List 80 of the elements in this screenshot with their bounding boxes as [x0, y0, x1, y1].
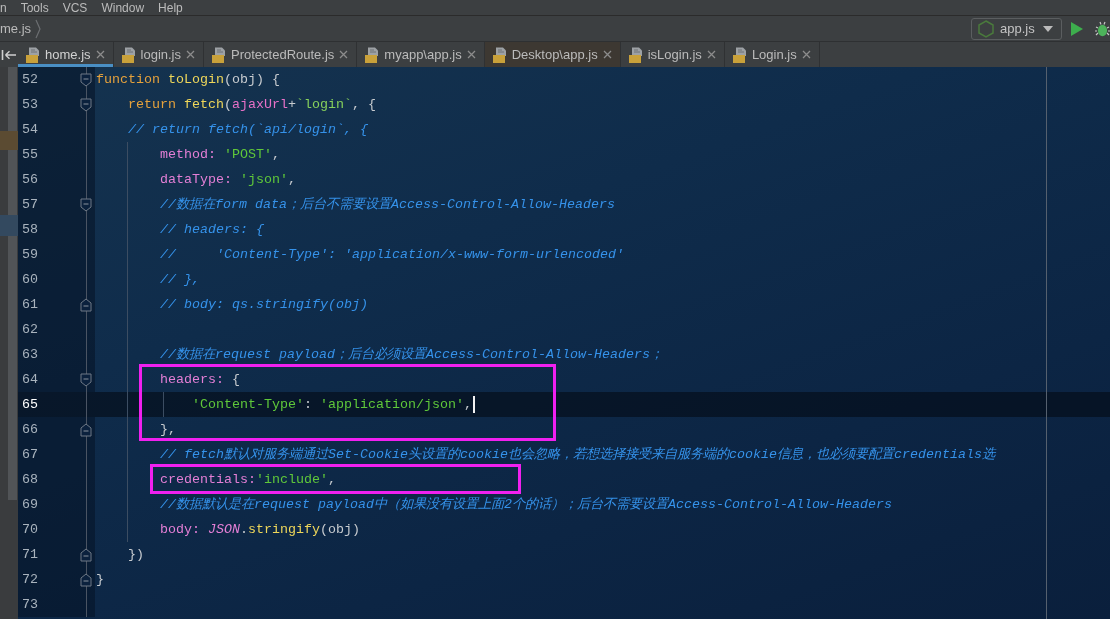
line-number: 62 — [22, 321, 38, 337]
editor-tab[interactable]: Desktop\app.js — [484, 42, 621, 67]
line-number: 70 — [22, 521, 38, 537]
breadcrumb-item[interactable]: me.js — [0, 20, 32, 37]
line-number: 63 — [22, 346, 38, 362]
js-file-icon — [365, 46, 380, 63]
close-icon[interactable] — [95, 50, 105, 59]
close-icon[interactable] — [466, 50, 476, 59]
bug-icon[interactable] — [1095, 20, 1110, 37]
line-number: 59 — [22, 246, 38, 262]
code-line: function toLogin(obj) { — [96, 71, 280, 88]
line-number: 71 — [22, 546, 38, 562]
line-number: 60 — [22, 271, 38, 287]
fold-icon[interactable] — [80, 197, 92, 212]
line-number: 52 — [22, 71, 38, 87]
code-line: // body: qs.stringify(obj) — [160, 296, 368, 313]
line-number: 53 — [22, 96, 38, 112]
editor-tab[interactable]: home.js — [18, 42, 114, 67]
line-number: 54 — [22, 121, 38, 137]
menu-item[interactable]: Window — [101, 0, 145, 15]
line-number: 58 — [22, 221, 38, 237]
menu-item[interactable]: Help — [158, 0, 183, 15]
fold-icon[interactable] — [80, 547, 92, 562]
code-line: }) — [128, 546, 144, 563]
code-line: } — [96, 571, 104, 588]
chevron-icon — [35, 18, 42, 39]
run-icon[interactable] — [1071, 21, 1083, 36]
run-config-dropdown[interactable]: app.js — [971, 17, 1062, 40]
code-line: headers: { — [160, 371, 240, 388]
js-file-icon — [212, 46, 226, 63]
code-line: dataType: 'json', — [160, 171, 296, 188]
line-number: 65 — [22, 396, 38, 412]
code-line: //数据在form data；后台不需要设置Access-Control-Allow-Headers — [160, 196, 615, 213]
fold-icon[interactable] — [80, 422, 92, 437]
line-number: 56 — [22, 171, 38, 187]
close-icon[interactable] — [339, 50, 349, 59]
close-icon[interactable] — [801, 50, 811, 59]
js-file-icon — [732, 46, 747, 63]
js-file-icon — [121, 46, 136, 63]
line-number: 68 — [22, 471, 38, 487]
fold-icon[interactable] — [80, 572, 92, 587]
code-line: return fetch(ajaxUrl+`login`, { — [128, 96, 376, 113]
js-file-icon — [492, 46, 507, 63]
fold-icon[interactable] — [80, 72, 92, 87]
line-number: 67 — [22, 446, 38, 462]
code-line: method: 'POST', — [160, 146, 280, 163]
code-line: }, — [160, 421, 176, 438]
code-line: body: JSON.stringify(obj) — [160, 521, 360, 538]
hexagon-icon — [978, 19, 994, 38]
code-line: credentials:'include', — [160, 471, 336, 488]
close-icon[interactable] — [602, 50, 612, 59]
text-cursor — [472, 396, 475, 413]
code-line: //数据默认是在request payload中（如果没有设置上面2个的话）；后台不需要设置Access-Control-Allow-Headers — [160, 496, 892, 513]
caret-icon — [1043, 25, 1053, 32]
line-number: 55 — [22, 146, 38, 162]
line-number: 73 — [22, 596, 38, 612]
close-icon[interactable] — [706, 50, 716, 59]
line-number: 66 — [22, 421, 38, 437]
menu-item[interactable]: n — [0, 0, 7, 15]
line-number: 64 — [22, 371, 38, 387]
fold-icon[interactable] — [80, 97, 92, 112]
menu-item[interactable]: VCS — [62, 0, 88, 15]
fold-icon[interactable] — [80, 297, 92, 312]
code-line: // fetch默认对服务端通过Set-Cookie头设置的cookie也会忽略，若想选择接受来自服务端的cookie信息，也必须要配置credentials选 — [160, 446, 995, 463]
line-number: 61 — [22, 296, 38, 312]
code-line: // }, — [160, 271, 200, 288]
code-line: // return fetch(`api/login`, { — [128, 121, 368, 138]
fold-icon[interactable] — [80, 372, 92, 387]
line-number: 72 — [22, 571, 38, 587]
menu-item[interactable]: Tools — [20, 0, 49, 15]
code-line: //数据在request payload；后台必须设置Access-Control-Allow-Headers； — [160, 346, 663, 363]
code-line: // headers: { — [160, 221, 264, 238]
code-line: 'Content-Type': 'application/json', — [191, 396, 472, 413]
line-number: 69 — [22, 496, 38, 512]
js-file-icon — [26, 46, 40, 63]
left-arrow-icon[interactable] — [1, 48, 17, 61]
js-file-icon — [628, 46, 643, 63]
code-line: // 'Content-Type': 'application/x-www-form-urlencoded' — [160, 246, 624, 263]
close-icon[interactable] — [186, 50, 195, 59]
line-number: 57 — [22, 196, 38, 212]
